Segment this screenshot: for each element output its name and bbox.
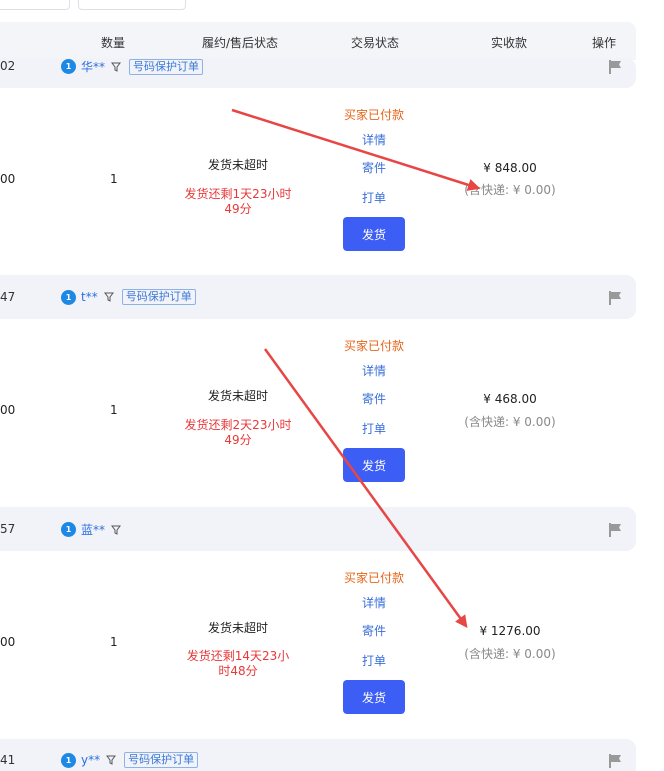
filter-icon[interactable] (106, 755, 117, 765)
header-fulfillment: 履约/售后状态 (202, 36, 279, 50)
filter-icon[interactable] (103, 292, 114, 302)
price: ¥ 848.00 (483, 161, 537, 175)
number-protection-tag: 号码保护订单 (121, 289, 196, 305)
order-header: 47 1 t** 号码保护订单 (0, 275, 636, 319)
flag-icon[interactable] (609, 291, 622, 305)
order-header: 57 1 蓝** (0, 507, 636, 551)
buyer-name[interactable]: 蓝** (81, 521, 105, 538)
ship-button[interactable]: 发货 (343, 448, 405, 482)
table-header: 数量 履约/售后状态 交易状态 实收款 操作 (0, 22, 636, 60)
order-number: 41 (0, 753, 16, 767)
timeout-status: 发货未超时 (207, 158, 268, 172)
detail-link[interactable]: 详情 (314, 594, 434, 611)
send-item-link[interactable]: 寄件 (314, 622, 434, 639)
trade-status: 买家已付款 (343, 571, 404, 585)
detail-link[interactable]: 详情 (314, 362, 434, 379)
trade-status: 买家已付款 (343, 108, 404, 122)
number-protection-tag: 号码保护订单 (129, 58, 204, 75)
ship-button[interactable]: 发货 (343, 680, 405, 714)
buyer-chat-icon[interactable]: 1 (61, 289, 76, 305)
row-value: 00 (0, 635, 16, 649)
filter-icon[interactable] (111, 525, 122, 535)
filter-icon[interactable] (111, 62, 122, 72)
print-link[interactable]: 打单 (314, 420, 434, 437)
trade-status: 买家已付款 (343, 339, 404, 353)
header-actions: 操作 (592, 36, 617, 50)
remaining-time-line2: 49分 (224, 202, 252, 216)
buyer-name[interactable]: y** (81, 753, 100, 767)
row-value: 00 (0, 172, 16, 186)
quantity-value: 1 (110, 403, 118, 417)
timeout-status: 发货未超时 (207, 621, 268, 635)
send-item-link[interactable]: 寄件 (314, 390, 434, 407)
buyer-name[interactable]: t** (81, 290, 98, 304)
detail-link[interactable]: 详情 (314, 131, 434, 148)
buyer-info: 1 华** 号码保护订单 (61, 58, 204, 75)
order-header: 02 1 华** 号码保护订单 (0, 58, 636, 88)
buyer-chat-icon[interactable]: 1 (61, 522, 76, 537)
number-protection-tag: 号码保护订单 (124, 752, 199, 768)
buyer-info: 1 蓝** (61, 521, 122, 538)
ship-button[interactable]: 发货 (343, 217, 405, 251)
header-received: 实收款 (491, 36, 528, 50)
flag-icon[interactable] (609, 523, 622, 537)
order-number: 57 (0, 522, 16, 536)
buyer-info: 1 y** 号码保护订单 (61, 752, 199, 768)
header-quantity: 数量 (101, 36, 126, 50)
buyer-chat-icon[interactable]: 1 (61, 59, 76, 74)
filter-button-right[interactable] (78, 0, 186, 10)
price: ¥ 1276.00 (479, 624, 541, 638)
buyer-info: 1 t** 号码保护订单 (61, 289, 196, 305)
remaining-time-line2: 时48分 (218, 664, 258, 678)
print-link[interactable]: 打单 (314, 189, 434, 206)
order-number: 02 (0, 59, 16, 73)
filter-button-left[interactable] (0, 0, 70, 10)
order-number: 47 (0, 290, 16, 304)
shipping-note: (含快递: ¥ 0.00) (464, 415, 556, 429)
buyer-name[interactable]: 华** (81, 58, 105, 75)
header-trade-status: 交易状态 (351, 36, 400, 50)
buyer-chat-icon[interactable]: 1 (61, 752, 76, 768)
flag-icon[interactable] (609, 60, 622, 74)
flag-icon[interactable] (609, 754, 622, 768)
quantity-value: 1 (110, 635, 118, 649)
shipping-note: (含快递: ¥ 0.00) (464, 183, 556, 197)
shipping-note: (含快递: ¥ 0.00) (464, 647, 556, 661)
send-item-link[interactable]: 寄件 (314, 159, 434, 176)
timeout-status: 发货未超时 (207, 389, 268, 403)
print-link[interactable]: 打单 (314, 652, 434, 669)
remaining-time-line2: 49分 (224, 433, 252, 447)
quantity-value: 1 (110, 172, 118, 186)
row-value: 00 (0, 403, 16, 417)
price: ¥ 468.00 (483, 392, 537, 406)
order-header: 41 1 y** 号码保护订单 (0, 739, 636, 771)
